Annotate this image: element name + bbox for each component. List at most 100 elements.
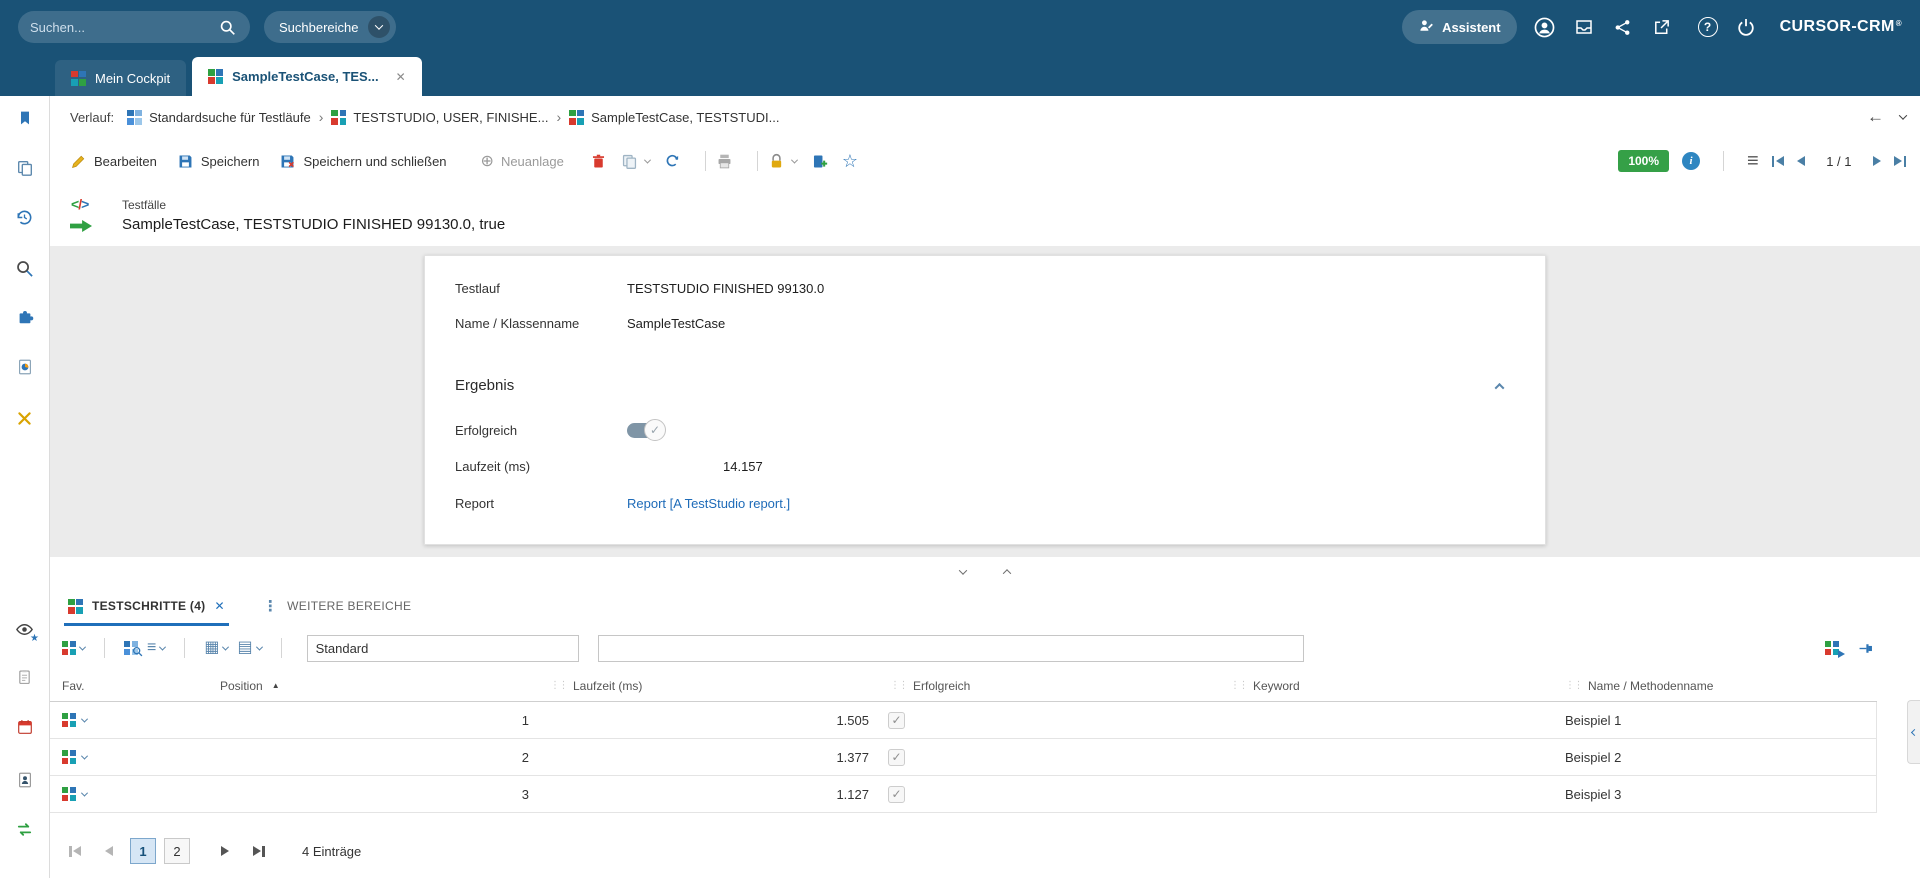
- help-icon[interactable]: ?: [1698, 17, 1718, 37]
- column-grip-icon[interactable]: ⋮⋮: [890, 680, 907, 691]
- close-tab-icon[interactable]: ✕: [396, 70, 406, 84]
- tab-mein-cockpit[interactable]: Mein Cockpit: [55, 60, 186, 96]
- header-position[interactable]: Position▲: [210, 670, 540, 701]
- favorite-star-button[interactable]: ☆: [842, 151, 858, 172]
- row-menu-icon[interactable]: [81, 715, 88, 722]
- calendar-icon[interactable]: [0, 713, 49, 741]
- row-fav-cell[interactable]: [50, 787, 210, 801]
- search-areas-button[interactable]: Suchbereiche: [264, 11, 396, 43]
- row-menu-icon[interactable]: [81, 752, 88, 759]
- user-profile-icon[interactable]: [1534, 16, 1556, 38]
- table-row[interactable]: 1 1.505 ✓ Beispiel 1: [50, 702, 1876, 739]
- previous-page-button[interactable]: [96, 838, 122, 864]
- admin-tools-icon[interactable]: [0, 404, 49, 432]
- next-record-button[interactable]: [1873, 156, 1881, 166]
- table-row[interactable]: 3 1.127 ✓ Beispiel 3: [50, 776, 1876, 813]
- field-value[interactable]: SampleTestCase: [627, 316, 725, 331]
- last-page-button[interactable]: [246, 838, 272, 864]
- breadcrumb-item-testfall[interactable]: SampleTestCase, TESTSTUDI...: [569, 110, 779, 125]
- logout-power-icon[interactable]: [1735, 16, 1757, 38]
- history-back-icon[interactable]: ←: [1867, 107, 1884, 127]
- pin-panel-button[interactable]: [1857, 640, 1874, 657]
- open-in-new-icon[interactable]: [1651, 16, 1673, 38]
- header-keyword[interactable]: ⋮⋮Keyword: [1220, 670, 1555, 701]
- column-grip-icon[interactable]: ⋮⋮: [1565, 680, 1582, 691]
- previous-record-button[interactable]: [1797, 156, 1805, 166]
- save-and-close-button[interactable]: Speichern und schließen: [279, 153, 446, 170]
- field-value[interactable]: TESTSTUDIO FINISHED 99130.0: [627, 281, 824, 296]
- last-record-button[interactable]: [1894, 156, 1907, 167]
- breadcrumb-item-search[interactable]: Standardsuche für Testläufe: [127, 110, 311, 125]
- add-relation-button[interactable]: [811, 153, 828, 170]
- columns-button[interactable]: ▦: [204, 640, 228, 656]
- first-page-button[interactable]: [62, 838, 88, 864]
- export-table-button[interactable]: [1825, 641, 1839, 655]
- new-row-button[interactable]: [62, 641, 85, 655]
- page-button-1[interactable]: 1: [130, 838, 156, 864]
- assistant-button[interactable]: Assistent: [1402, 10, 1517, 44]
- tab-testschritte[interactable]: TESTSCHRITTE (4) ✕: [64, 586, 229, 626]
- watched-records-icon[interactable]: ★: [0, 615, 49, 643]
- header-laufzeit[interactable]: ⋮⋮Laufzeit (ms): [540, 670, 880, 701]
- new-record-button[interactable]: ⊕ Neuanlage: [481, 151, 564, 171]
- share-icon[interactable]: [1612, 16, 1634, 38]
- info-icon[interactable]: i: [1682, 152, 1700, 170]
- field-value[interactable]: 14.157: [723, 459, 763, 474]
- tab-weitere-bereiche[interactable]: ⋮ WEITERE BEREICHE: [259, 586, 415, 626]
- contact-document-icon[interactable]: [0, 766, 49, 794]
- first-record-button[interactable]: [1772, 156, 1785, 167]
- row-fav-cell[interactable]: [50, 713, 210, 727]
- report-link[interactable]: Report [A TestStudio report.]: [627, 496, 790, 511]
- expand-up-icon[interactable]: [998, 565, 1016, 579]
- row-fav-cell[interactable]: [50, 750, 210, 764]
- header-fav[interactable]: Fav.: [50, 670, 210, 701]
- copy-pages-icon[interactable]: [0, 154, 49, 182]
- print-button[interactable]: [716, 153, 733, 170]
- view-name-input[interactable]: [307, 635, 579, 662]
- search-icon[interactable]: [216, 16, 238, 38]
- plugins-puzzle-icon[interactable]: [0, 303, 49, 331]
- menu-hamburger-icon[interactable]: ≡: [1747, 151, 1759, 171]
- edit-button[interactable]: Bearbeiten: [70, 153, 157, 170]
- brand-mark: ®: [1896, 19, 1902, 28]
- inbox-icon[interactable]: [1573, 16, 1595, 38]
- lock-button[interactable]: [768, 153, 797, 170]
- expand-down-icon[interactable]: [954, 565, 972, 579]
- save-button[interactable]: Speichern: [177, 153, 260, 170]
- delete-button[interactable]: [590, 153, 607, 170]
- close-subtab-icon[interactable]: ✕: [214, 599, 224, 613]
- copy-record-button[interactable]: [621, 153, 650, 170]
- breadcrumb-item-testlauf[interactable]: TESTSTUDIO, USER, FINISHE...: [331, 110, 548, 125]
- column-grip-icon[interactable]: ⋮⋮: [1230, 680, 1247, 691]
- refresh-button[interactable]: [664, 153, 681, 170]
- sync-processes-icon[interactable]: [0, 815, 49, 843]
- breadcrumb-item-label: TESTSTUDIO, USER, FINISHE...: [353, 110, 548, 125]
- header-erfolgreich[interactable]: ⋮⋮Erfolgreich: [880, 670, 1220, 701]
- pin-icon: [1857, 640, 1874, 657]
- history-icon[interactable]: [0, 203, 49, 231]
- bookmarks-icon[interactable]: [0, 104, 49, 132]
- search-input[interactable]: [30, 20, 216, 35]
- column-grip-icon[interactable]: ⋮⋮: [550, 680, 567, 691]
- list-layout-button[interactable]: ▤: [237, 640, 261, 656]
- record-page-indicator: 1 / 1: [1826, 154, 1851, 169]
- zoom-badge[interactable]: 100%: [1618, 150, 1669, 172]
- global-search[interactable]: [18, 11, 250, 43]
- tab-record-sampletestcase[interactable]: SampleTestCase, TES... ✕: [192, 57, 422, 96]
- page-button-2[interactable]: 2: [164, 838, 190, 864]
- header-name[interactable]: ⋮⋮Name / Methodenname: [1555, 670, 1877, 701]
- notes-clipboard-icon[interactable]: [0, 663, 49, 691]
- history-dropdown-icon[interactable]: [1899, 111, 1907, 119]
- view-menu-button[interactable]: ≡: [147, 640, 165, 656]
- report-document-icon[interactable]: [0, 353, 49, 381]
- success-toggle[interactable]: ✓: [627, 423, 663, 438]
- row-menu-icon[interactable]: [81, 789, 88, 796]
- collapse-section-icon[interactable]: [1496, 378, 1503, 393]
- table-row[interactable]: 2 1.377 ✓ Beispiel 2: [50, 739, 1876, 776]
- collapse-right-panel-handle[interactable]: [1907, 700, 1920, 764]
- columns-grid-icon: ▦: [204, 640, 219, 656]
- record-search-icon[interactable]: [0, 254, 49, 282]
- next-page-button[interactable]: [212, 838, 238, 864]
- quick-filter-input[interactable]: [598, 635, 1304, 662]
- table-search-button[interactable]: [124, 641, 138, 655]
